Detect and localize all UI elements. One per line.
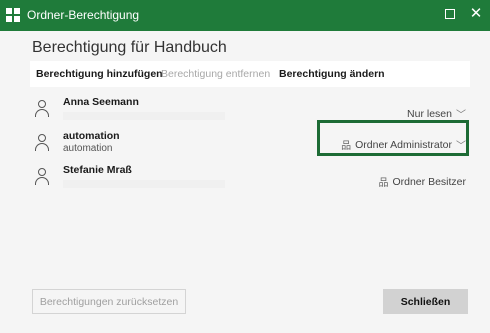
change-permission-button[interactable]: Berechtigung ändern: [279, 68, 385, 80]
permission-label-readonly: 品 Ordner Besitzer: [378, 174, 466, 190]
user-row[interactable]: Stefanie Mraß 品 Ordner Besitzer: [30, 162, 470, 194]
action-bar: Berechtigung hinzufügen Berechtigung ent…: [30, 61, 470, 87]
selection-highlight: [317, 120, 469, 156]
user-name: automation: [63, 130, 120, 142]
close-window-button[interactable]: ✕: [466, 4, 486, 24]
app-icon: [6, 8, 20, 22]
user-icon: [34, 100, 50, 118]
permission-label: Ordner Besitzer: [392, 175, 466, 188]
user-icon: [34, 134, 50, 152]
user-subtitle: [63, 180, 225, 188]
remove-permission-button: Berechtigung entfernen: [161, 68, 271, 80]
permission-label: Nur lesen: [407, 107, 452, 120]
add-permission-button[interactable]: Berechtigung hinzufügen: [36, 68, 163, 80]
title-bar: Ordner-Berechtigung ✕: [0, 0, 490, 31]
user-subtitle: [63, 112, 225, 120]
org-tree-icon: 品: [378, 178, 389, 189]
page-title: Berechtigung für Handbuch: [32, 39, 227, 56]
user-icon: [34, 168, 50, 186]
maximize-button[interactable]: [440, 4, 460, 24]
chevron-down-icon: ﹀: [456, 110, 466, 121]
maximize-icon: [445, 9, 455, 19]
permission-dropdown[interactable]: Nur lesen ﹀: [407, 106, 466, 122]
reset-permissions-button[interactable]: Berechtigungen zurücksetzen: [32, 289, 186, 314]
user-name: Stefanie Mraß: [63, 164, 132, 176]
user-subtitle: automation: [63, 143, 113, 154]
close-button[interactable]: Schließen: [383, 289, 468, 314]
user-name: Anna Seemann: [63, 96, 139, 108]
window-title: Ordner-Berechtigung: [27, 8, 140, 22]
